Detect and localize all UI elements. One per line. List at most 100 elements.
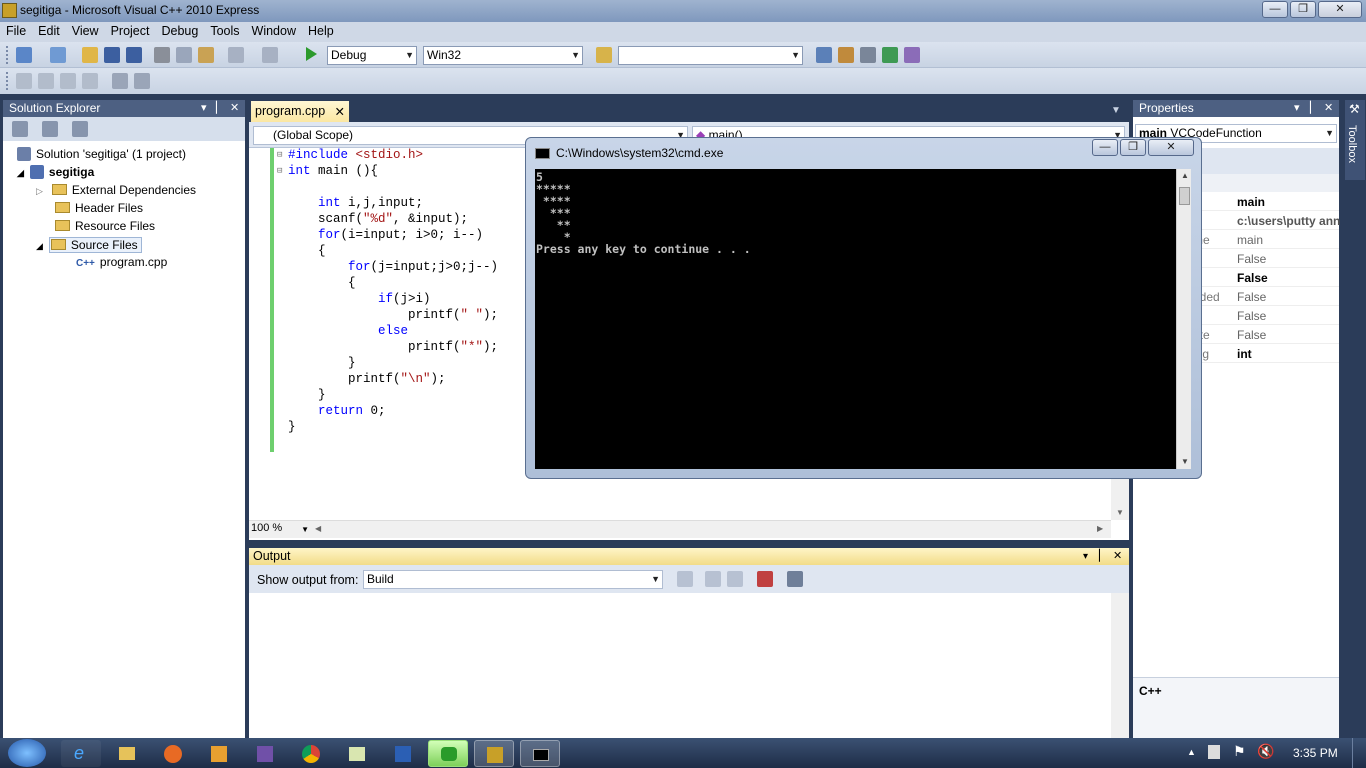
show-desktop-button[interactable] — [1352, 738, 1366, 768]
close-icon[interactable]: ✕ — [1113, 548, 1122, 565]
close-icon[interactable]: ✕ — [1324, 100, 1333, 117]
goto-message-icon[interactable] — [677, 571, 693, 587]
find-combo[interactable]: ▼ — [618, 46, 803, 65]
menu-debug[interactable]: Debug — [155, 22, 204, 40]
folder-resource-files[interactable]: Resource Files — [55, 219, 155, 233]
console-close-button[interactable]: ✕ — [1148, 139, 1194, 156]
uncomment-icon[interactable] — [134, 73, 150, 89]
cut-icon[interactable] — [154, 47, 170, 63]
scroll-thumb[interactable] — [1179, 187, 1190, 205]
dropdown-icon[interactable]: ▾ — [201, 100, 207, 117]
word-wrap-icon[interactable] — [787, 571, 803, 587]
find-in-files-icon[interactable] — [596, 47, 612, 63]
folder-header-files[interactable]: Header Files — [55, 201, 143, 215]
tools-icon[interactable] — [860, 47, 876, 63]
scroll-down-icon[interactable]: ▼ — [1116, 508, 1124, 517]
taskbar-vcexpress-icon[interactable] — [474, 740, 514, 767]
undo-icon[interactable] — [228, 47, 244, 63]
config-select[interactable]: Debug ▼ — [327, 46, 417, 65]
console-minimize-button[interactable]: — — [1092, 139, 1118, 156]
tab-list-icon[interactable]: ▼ — [1111, 105, 1121, 116]
scroll-right-icon[interactable]: ▶ — [1097, 524, 1103, 533]
expanded-arrow-icon[interactable]: ◢ — [17, 168, 24, 178]
solution-explorer-icon[interactable] — [816, 47, 832, 63]
menu-tools[interactable]: Tools — [204, 22, 245, 40]
properties-icon[interactable] — [838, 47, 854, 63]
menu-view[interactable]: View — [66, 22, 105, 40]
next-message-icon[interactable] — [727, 571, 743, 587]
platform-select[interactable]: Win32 ▼ — [423, 46, 583, 65]
scroll-left-icon[interactable]: ◀ — [315, 524, 321, 533]
taskbar-cmd-icon[interactable] — [520, 740, 560, 767]
taskbar-visual-studio-icon[interactable] — [245, 740, 285, 767]
comment-icon[interactable] — [112, 73, 128, 89]
member-list-icon[interactable] — [16, 73, 32, 89]
save-icon[interactable] — [104, 47, 120, 63]
output-source-select[interactable]: Build ▼ — [363, 570, 663, 589]
view-class-diagram-icon[interactable] — [72, 121, 88, 137]
menu-help[interactable]: Help — [302, 22, 340, 40]
console-output[interactable]: 5 ***** **** *** ** * Press any key to c… — [535, 169, 1176, 469]
start-debugging-icon[interactable] — [306, 47, 317, 61]
collapsed-arrow-icon[interactable]: ▷ — [36, 186, 43, 196]
project-node[interactable]: ◢ segitiga — [17, 165, 94, 179]
solution-node[interactable]: Solution 'segitiga' (1 project) — [17, 147, 186, 161]
taskbar-line-icon[interactable] — [428, 740, 468, 767]
parameter-info-icon[interactable] — [38, 73, 54, 89]
scroll-up-icon[interactable]: ▲ — [1181, 171, 1189, 180]
output-scrollbar[interactable] — [1111, 593, 1129, 738]
taskbar-media-icon[interactable] — [199, 740, 239, 767]
maximize-button[interactable]: ❐ — [1290, 1, 1316, 18]
taskbar-word-icon[interactable] — [383, 740, 423, 767]
paste-icon[interactable] — [198, 47, 214, 63]
show-hidden-icons-icon[interactable]: ▲ — [1187, 747, 1196, 757]
dropdown-icon[interactable]: ▾ — [1294, 100, 1300, 117]
close-icon[interactable]: ✕ — [230, 100, 239, 117]
taskbar-chrome-icon[interactable] — [291, 740, 331, 767]
copy-icon[interactable] — [176, 47, 192, 63]
pin-icon[interactable]: ⎢ — [1309, 100, 1315, 117]
redo-icon[interactable] — [262, 47, 278, 63]
properties-icon[interactable] — [12, 121, 28, 137]
minimize-button[interactable]: — — [1262, 1, 1288, 18]
tab-program-cpp[interactable]: program.cpp ✕ — [251, 101, 349, 122]
menu-window[interactable]: Window — [246, 22, 302, 40]
show-all-files-icon[interactable] — [42, 121, 58, 137]
scroll-down-icon[interactable]: ▼ — [1181, 457, 1189, 466]
toolbar-grip[interactable] — [6, 46, 9, 64]
collapse-icon[interactable]: ⊟ — [277, 150, 282, 160]
quick-info-icon[interactable] — [60, 73, 76, 89]
file-program-cpp[interactable]: C++ program.cpp — [76, 255, 167, 269]
taskbar-ie-icon[interactable]: e — [61, 740, 101, 767]
taskbar-folders-icon[interactable] — [337, 740, 377, 767]
folder-external-dependencies[interactable]: ▷ External Dependencies — [36, 183, 196, 197]
toolbox-tab[interactable]: ⚒ Toolbox — [1345, 100, 1365, 180]
action-center-flag-icon[interactable]: ⚑ — [1233, 743, 1246, 760]
taskbar-explorer-icon[interactable] — [107, 740, 147, 767]
collapse-icon[interactable]: ⊟ — [277, 166, 282, 176]
dropdown-icon[interactable]: ▾ — [1083, 548, 1088, 565]
menu-file[interactable]: File — [0, 22, 32, 40]
close-button[interactable]: ✕ — [1318, 1, 1362, 18]
console-maximize-button[interactable]: ❐ — [1120, 139, 1146, 156]
start-button[interactable] — [8, 739, 46, 767]
menu-project[interactable]: Project — [105, 22, 156, 40]
pin-icon[interactable]: ⎢ — [1098, 548, 1104, 565]
zoom-select[interactable]: 100 % ▼ — [251, 522, 311, 537]
complete-word-icon[interactable] — [82, 73, 98, 89]
tray-device-icon[interactable] — [1208, 745, 1220, 759]
clock[interactable]: 3:35 PM — [1293, 746, 1338, 760]
folder-source-files[interactable]: ◢ Source Files — [36, 237, 142, 253]
console-scrollbar[interactable]: ▲ ▼ — [1176, 169, 1191, 469]
pin-icon[interactable]: ⎢ — [215, 100, 221, 117]
toolbar-grip[interactable] — [6, 72, 9, 90]
extension-icon[interactable] — [904, 47, 920, 63]
close-tab-icon[interactable]: ✕ — [335, 104, 345, 119]
menu-edit[interactable]: Edit — [32, 22, 66, 40]
clear-all-icon[interactable] — [757, 571, 773, 587]
volume-muted-icon[interactable]: 🔇 — [1257, 743, 1274, 760]
taskbar-firefox-icon[interactable] — [153, 740, 193, 767]
expanded-arrow-icon[interactable]: ◢ — [36, 241, 43, 251]
previous-message-icon[interactable] — [705, 571, 721, 587]
new-project-icon[interactable] — [16, 47, 32, 63]
